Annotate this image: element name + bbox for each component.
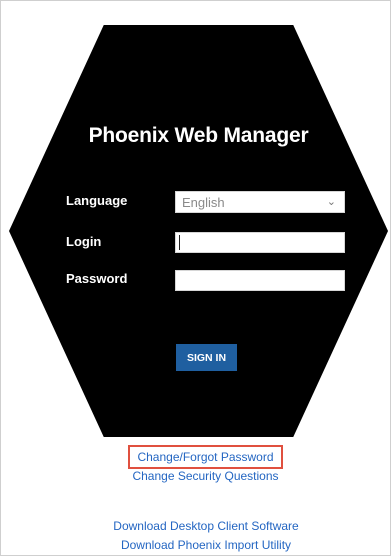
language-select[interactable]: English ⌄ bbox=[175, 191, 345, 213]
app-title: Phoenix Web Manager bbox=[88, 124, 309, 147]
password-label: Password bbox=[66, 271, 128, 286]
chevron-down-icon: ⌄ bbox=[326, 196, 336, 208]
download-import-utility-link[interactable]: Download Phoenix Import Utility bbox=[1, 538, 391, 552]
change-security-questions-link[interactable]: Change Security Questions bbox=[9, 469, 391, 483]
login-input[interactable] bbox=[175, 232, 345, 253]
change-forgot-password-link[interactable]: Change/Forgot Password bbox=[128, 445, 283, 469]
login-label: Login bbox=[66, 234, 102, 249]
sign-in-button[interactable]: SIGN IN bbox=[176, 344, 237, 371]
language-select-value: English bbox=[182, 195, 225, 210]
login-hexagon-panel bbox=[9, 25, 388, 437]
language-label: Language bbox=[66, 193, 128, 208]
text-caret bbox=[179, 235, 180, 250]
password-input[interactable] bbox=[175, 270, 345, 291]
download-desktop-client-link[interactable]: Download Desktop Client Software bbox=[1, 519, 391, 533]
login-page: Phoenix Web Manager Language English ⌄ L… bbox=[0, 0, 391, 556]
